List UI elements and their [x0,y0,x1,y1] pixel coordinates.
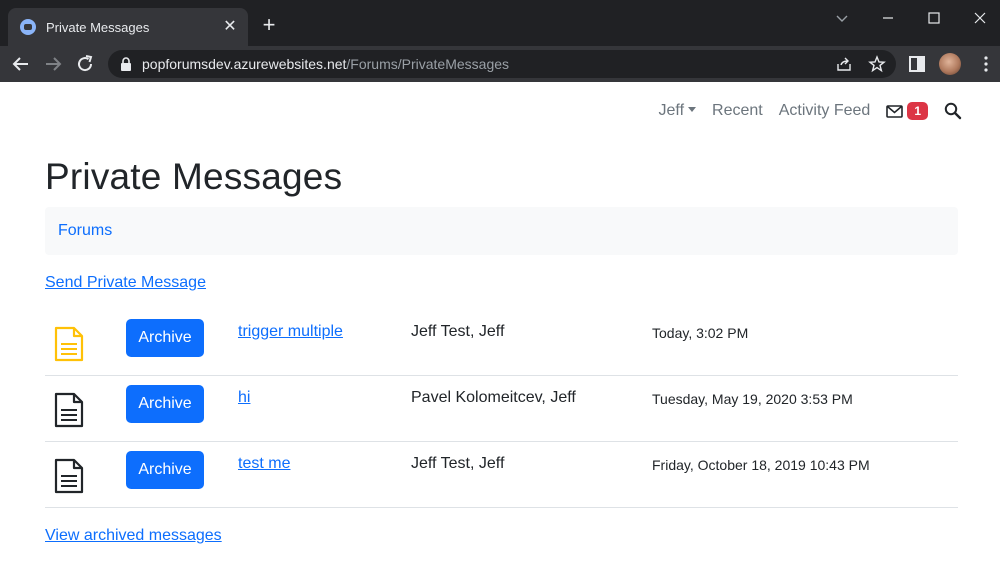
more-menu-icon[interactable] [974,52,998,76]
message-row: Archive hi Pavel Kolomeitcev, Jeff Tuesd… [45,376,958,442]
unread-document-icon [54,326,84,362]
side-panel-icon[interactable] [905,52,929,76]
read-document-icon [54,392,84,428]
maximize-icon[interactable] [924,8,944,28]
profile-avatar[interactable] [939,53,961,75]
tab-title: Private Messages [46,19,150,35]
site-favicon-icon [20,19,36,35]
browser-toolbar: popforumsdev.azurewebsites.net/Forums/Pr… [0,46,1000,82]
new-tab-icon[interactable]: + [258,14,280,37]
breadcrumb-forums-link[interactable]: Forums [58,222,112,240]
share-icon[interactable] [836,56,852,72]
search-icon[interactable] [944,102,962,120]
caret-down-icon [688,107,697,113]
breadcrumb: Forums [45,207,958,255]
message-row: Archive test me Jeff Test, Jeff Friday, … [45,442,958,508]
browser-tab[interactable]: Private Messages ✕ [8,8,248,46]
message-participants: Jeff Test, Jeff [411,323,505,340]
tab-close-icon[interactable]: ✕ [222,19,238,35]
read-document-icon [54,458,84,494]
message-subject-link[interactable]: test me [238,455,290,473]
bookmark-star-icon[interactable] [868,55,886,73]
back-icon[interactable] [9,52,33,76]
private-messages-nav[interactable]: 1 [886,102,928,120]
message-subject-link[interactable]: trigger multiple [238,323,343,341]
send-private-message-link[interactable]: Send Private Message [45,274,206,292]
user-menu-dropdown[interactable]: Jeff [659,102,697,120]
message-subject-link[interactable]: hi [238,389,250,407]
archive-button[interactable]: Archive [126,319,204,357]
url-text[interactable]: popforumsdev.azurewebsites.net/Forums/Pr… [142,56,509,72]
top-navigation: Jeff Recent Activity Feed 1 [643,100,962,122]
reload-icon[interactable] [73,52,97,76]
envelope-icon [886,104,904,118]
tab-search-icon[interactable] [832,8,852,28]
close-window-icon[interactable] [970,8,990,28]
unread-count-badge: 1 [907,102,928,120]
message-row: Archive trigger multiple Jeff Test, Jeff… [45,310,958,376]
message-date: Friday, October 18, 2019 10:43 PM [652,457,870,473]
message-list: Archive trigger multiple Jeff Test, Jeff… [45,310,958,508]
message-participants: Pavel Kolomeitcev, Jeff [411,389,576,406]
view-archived-messages-link[interactable]: View archived messages [45,527,222,545]
archive-button[interactable]: Archive [126,385,204,423]
recent-link[interactable]: Recent [712,102,763,120]
browser-title-bar: Private Messages ✕ + [0,0,1000,46]
activity-feed-link[interactable]: Activity Feed [779,102,871,120]
archive-button[interactable]: Archive [126,451,204,489]
message-date: Tuesday, May 19, 2020 3:53 PM [652,391,853,407]
message-date: Today, 3:02 PM [652,325,749,341]
page-title: Private Messages [45,156,343,197]
message-participants: Jeff Test, Jeff [411,455,505,472]
address-bar[interactable]: popforumsdev.azurewebsites.net/Forums/Pr… [108,50,896,78]
lock-icon[interactable] [120,57,132,71]
forward-icon[interactable] [41,52,65,76]
minimize-icon[interactable] [878,8,898,28]
